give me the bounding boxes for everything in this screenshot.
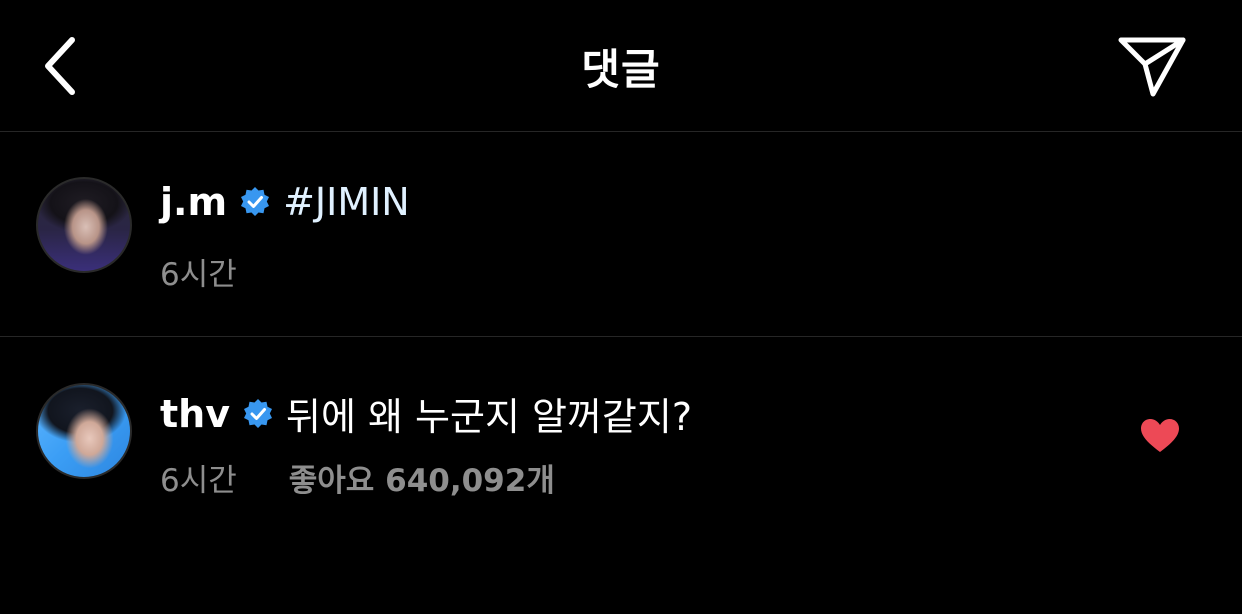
comment-meta: 6시간 xyxy=(160,249,237,294)
avatar[interactable] xyxy=(36,383,132,479)
username[interactable]: j.m xyxy=(160,180,227,224)
like-button[interactable] xyxy=(1138,416,1182,456)
comment-item: j.m #JIMIN 6시간 xyxy=(0,132,1242,337)
comment-header: thv 뒤에 왜 누군지 알꺼같지? xyxy=(160,386,692,441)
page-title: 댓글 xyxy=(581,45,661,94)
verified-badge-icon xyxy=(242,398,274,430)
share-button[interactable] xyxy=(1112,28,1192,104)
comment-meta: 6시간 좋아요 640,092개 xyxy=(160,455,555,500)
comment-text: 뒤에 왜 누군지 알꺼같지? xyxy=(286,395,693,439)
username[interactable]: thv xyxy=(160,392,230,436)
comment-time: 6시간 xyxy=(160,463,237,499)
comment-text[interactable]: #JIMIN xyxy=(283,180,410,224)
verified-badge-icon xyxy=(239,186,271,218)
comment-header: j.m #JIMIN xyxy=(160,180,410,224)
likes-count[interactable]: 좋아요 640,092개 xyxy=(289,455,555,500)
paper-plane-icon xyxy=(1118,37,1186,97)
comment-time: 6시간 xyxy=(160,257,237,293)
header-bar: 댓글 xyxy=(0,0,1242,132)
heart-icon xyxy=(1141,419,1179,452)
avatar[interactable] xyxy=(36,177,132,273)
comment-item: thv 뒤에 왜 누군지 알꺼같지? 6시간 좋아요 640,092개 xyxy=(0,338,1242,538)
